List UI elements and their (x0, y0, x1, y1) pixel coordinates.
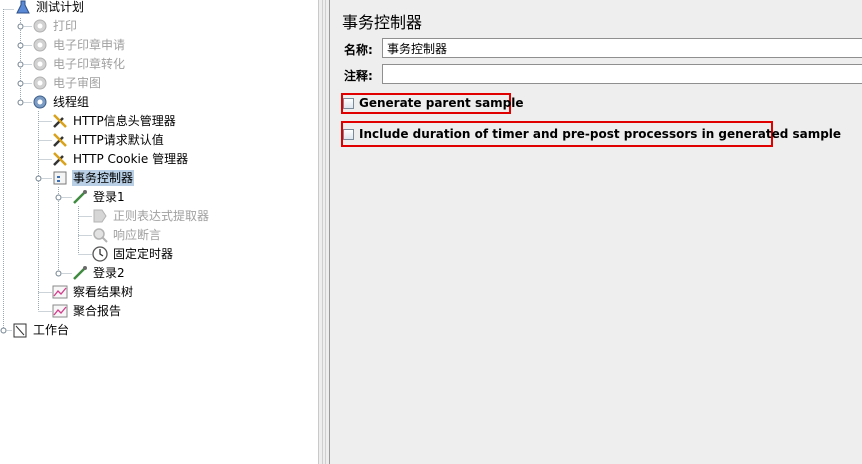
tree-node-regex-extractor[interactable]: 正则表达式提取器 (91, 207, 210, 225)
name-field[interactable] (382, 38, 862, 58)
tree-node-login2[interactable]: 登录2 (71, 264, 126, 282)
tree-node-seal-convert[interactable]: 电子印章转化 (31, 55, 126, 73)
generate-parent-sample-option[interactable]: Generate parent sample (343, 96, 524, 110)
wrench-icon (51, 131, 69, 149)
gear-icon (31, 17, 49, 35)
tree-node-transaction-controller[interactable]: 事务控制器 (51, 169, 135, 187)
test-plan-tree[interactable]: 测试计划 打印 电子印章申请 电子印章转化 电子审图 线程组 HTTP信息头管理… (0, 0, 318, 464)
tree-node-label: HTTP请求默认值 (73, 133, 164, 147)
tree-node-http-cookie[interactable]: HTTP Cookie 管理器 (51, 150, 189, 168)
tree-node-aggregate-report[interactable]: 聚合报告 (51, 302, 122, 320)
tree-node-http-defaults[interactable]: HTTP请求默认值 (51, 131, 165, 149)
tree-node-e-review[interactable]: 电子审图 (31, 74, 102, 92)
workbench-icon (11, 321, 29, 339)
flask-icon (14, 0, 32, 16)
controller-icon (51, 169, 69, 187)
tree-node-label: 电子印章申请 (53, 38, 126, 52)
tree-node-response-assertion[interactable]: 响应断言 (91, 226, 162, 244)
tree-node-print[interactable]: 打印 (31, 17, 78, 35)
gear-icon (31, 36, 49, 54)
transaction-controller-panel: 事务控制器 名称: 注释: Generate parent sample Inc… (330, 0, 862, 464)
tree-node-test-plan[interactable]: 测试计划 (14, 0, 85, 16)
tree-node-label: 打印 (53, 19, 78, 33)
magnifier-icon (91, 226, 109, 244)
tree-node-label: HTTP Cookie 管理器 (73, 152, 189, 166)
extractor-icon (91, 207, 109, 225)
tree-node-label: 测试计划 (36, 0, 85, 14)
tree-node-label: 电子审图 (53, 76, 102, 90)
tree-node-label: 登录2 (93, 266, 125, 280)
graph-icon (51, 283, 69, 301)
generate-parent-sample-checkbox[interactable] (343, 97, 354, 109)
wrench-icon (51, 150, 69, 168)
generate-parent-sample-label: Generate parent sample (359, 96, 524, 110)
tree-node-label: HTTP信息头管理器 (73, 114, 176, 128)
tree-node-label: 正则表达式提取器 (113, 209, 210, 223)
tree-node-http-header[interactable]: HTTP信息头管理器 (51, 112, 177, 130)
graph-icon (51, 302, 69, 320)
split-pane-divider[interactable] (318, 0, 330, 464)
tree-node-label: 响应断言 (113, 228, 162, 242)
gear-icon (31, 93, 49, 111)
tree-node-view-results-tree[interactable]: 察看结果树 (51, 283, 134, 301)
tree-node-constant-timer[interactable]: 固定定时器 (91, 245, 174, 263)
tree-node-label: 电子印章转化 (53, 57, 126, 71)
comment-field[interactable] (382, 64, 862, 84)
tree-node-label: 固定定时器 (113, 247, 174, 261)
clock-icon (91, 245, 109, 263)
pipette-icon (71, 188, 89, 206)
tree-node-label: 工作台 (33, 323, 70, 337)
include-duration-label: Include duration of timer and pre-post p… (359, 127, 842, 141)
tree-node-workbench[interactable]: 工作台 (11, 321, 70, 339)
gear-icon (31, 74, 49, 92)
include-duration-checkbox[interactable] (343, 128, 354, 140)
tree-node-label: 聚合报告 (73, 304, 122, 318)
wrench-icon (51, 112, 69, 130)
gear-icon (31, 55, 49, 73)
tree-node-thread-group[interactable]: 线程组 (31, 93, 90, 111)
comment-label: 注释: (344, 69, 373, 83)
name-label: 名称: (344, 43, 373, 57)
tree-node-label: 察看结果树 (73, 285, 134, 299)
tree-node-seal-apply[interactable]: 电子印章申请 (31, 36, 126, 54)
panel-title: 事务控制器 (342, 13, 423, 32)
tree-node-login1[interactable]: 登录1 (71, 188, 126, 206)
tree-node-label: 登录1 (93, 190, 125, 204)
pipette-icon (71, 264, 89, 282)
include-duration-option[interactable]: Include duration of timer and pre-post p… (343, 127, 841, 141)
tree-node-label: 线程组 (53, 95, 90, 109)
tree-node-label: 事务控制器 (72, 170, 135, 186)
